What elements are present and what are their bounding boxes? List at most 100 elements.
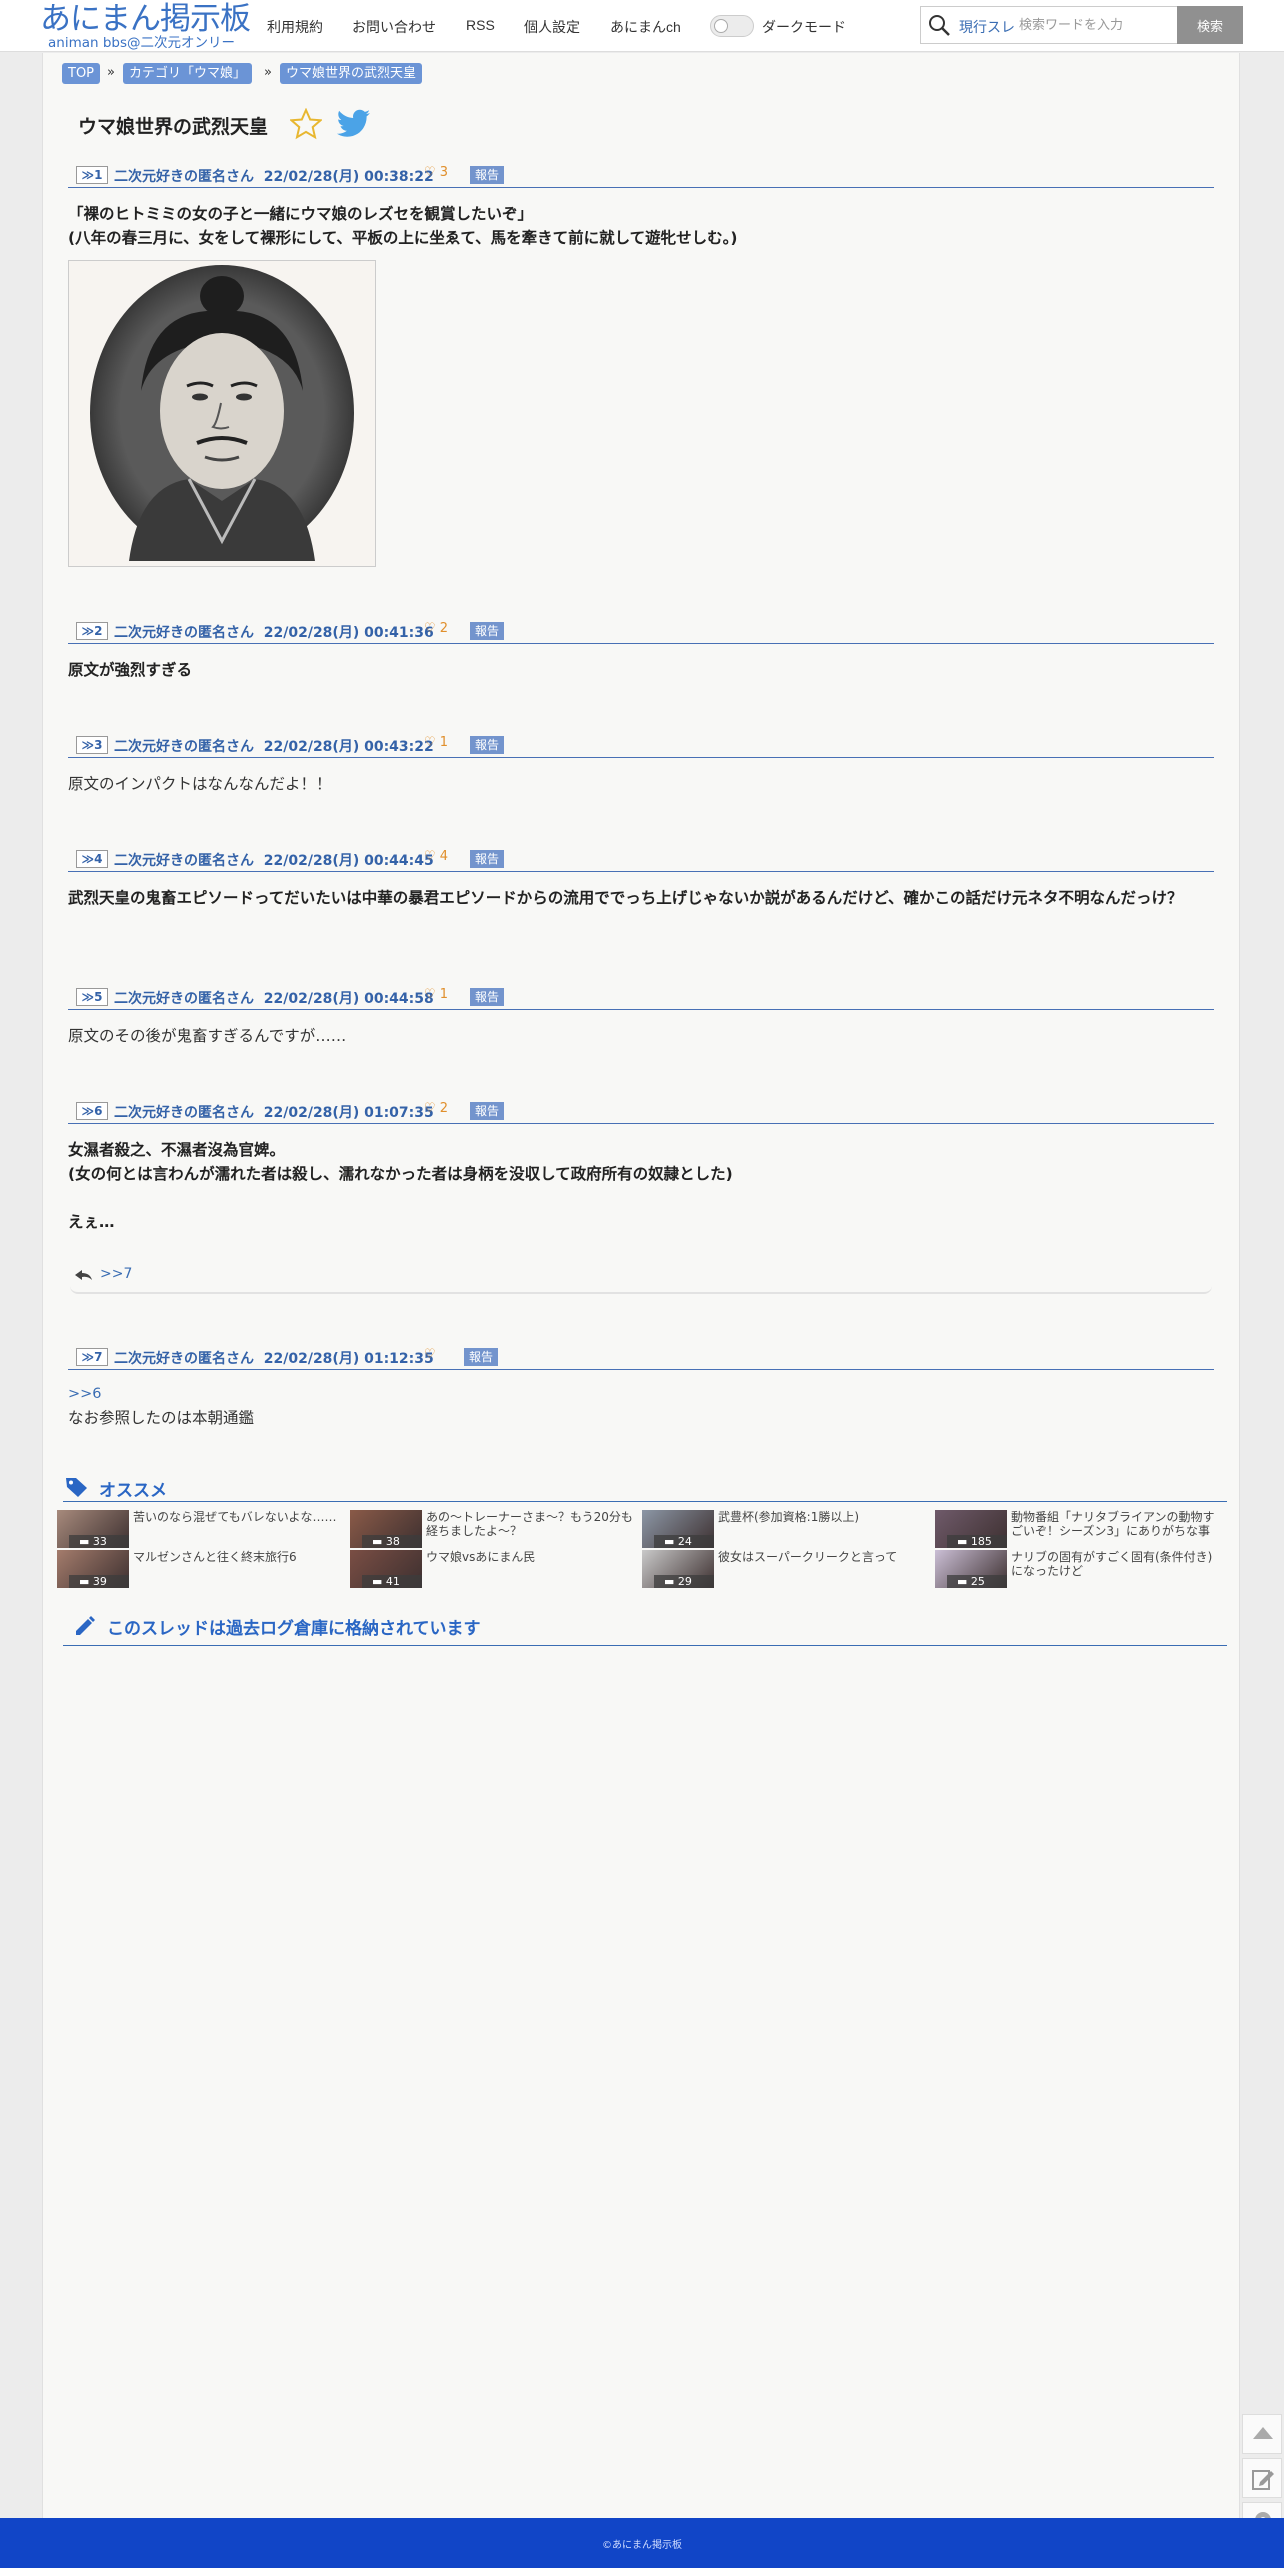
heart-icon: ♡ xyxy=(424,165,436,180)
comment-count-badge: ▬ 24 xyxy=(654,1535,714,1548)
heart-icon: ♡ xyxy=(424,1101,436,1116)
recommend-item[interactable]: ▬ 29 彼女はスーパークリークと言って xyxy=(642,1550,932,1588)
reply-arrow-icon xyxy=(75,1270,92,1280)
recommend-item[interactable]: ▬ 25 ナリブの固有がすごく固有(条件付き)になったけど xyxy=(935,1550,1225,1588)
nav-rss-link[interactable]: RSS xyxy=(466,17,495,33)
recommend-item[interactable]: ▬ 185 動物番組「ナリタブライアンの動物すごいぞ！シーズン3」にありがちな事 xyxy=(935,1510,1225,1548)
report-button[interactable]: 報告 xyxy=(470,1102,505,1120)
dark-mode-label: ダークモード xyxy=(762,20,846,36)
breadcrumb-top[interactable]: TOP xyxy=(62,63,101,84)
recommend-item[interactable]: ▬ 24 武豊杯(参加資格:1勝以上) xyxy=(642,1510,932,1548)
post-number[interactable]: ≫5 xyxy=(76,988,108,1006)
recommend-thumbnail: ▬ 38 xyxy=(350,1510,422,1548)
recommend-item[interactable]: ▬ 39 マルゼンさんと往く終末旅行6 xyxy=(57,1550,347,1588)
anchor-link[interactable]: >>6 xyxy=(68,1386,102,1402)
breadcrumb-thread[interactable]: ウマ娘世界の武烈天皇 xyxy=(280,63,423,84)
post-author: 二次元好きの匿名さん xyxy=(114,853,254,869)
report-button[interactable]: 報告 xyxy=(470,166,505,184)
recommend-item[interactable]: ▬ 33 苦いのなら混ぜてもバレないよな…… xyxy=(57,1510,347,1548)
comment-count-badge: ▬ 38 xyxy=(362,1535,422,1548)
comment-count-badge: ▬ 41 xyxy=(362,1575,422,1588)
report-button[interactable]: 報告 xyxy=(470,850,505,868)
like-count: 4 xyxy=(439,849,449,864)
like-count: 2 xyxy=(439,1101,449,1116)
heart-icon: ♡ xyxy=(424,987,436,1002)
recommend-title: あの〜トレーナーさま〜？もう20分も経ちましたよ〜？ xyxy=(426,1510,633,1538)
like-button[interactable]: ♡ 2 xyxy=(424,1101,448,1116)
post-date: 22/02/28(月) 01:07:35 xyxy=(263,1105,434,1121)
footer-copyright: ©あにまん掲示板 xyxy=(602,2540,682,2551)
like-button[interactable]: ♡ xyxy=(424,1347,436,1362)
like-button[interactable]: ♡ 3 xyxy=(424,165,448,180)
scroll-top-button[interactable] xyxy=(1242,2414,1282,2454)
recommend-thumbnail: ▬ 25 xyxy=(935,1550,1007,1588)
nav-animanch-link[interactable]: あにまんch xyxy=(610,17,681,37)
search-scope-select[interactable]: 現行スレ xyxy=(959,17,1015,37)
breadcrumb-category[interactable]: カテゴリ「ウマ娘」 xyxy=(123,63,253,84)
post-body-1: 「裸のヒトミミの女の子と一緒にウマ娘のレズセを観賞したいぞ￼」 (八年の春三月に… xyxy=(68,205,738,247)
post-number[interactable]: ≫3 xyxy=(76,736,108,754)
post-date: 22/02/28(月) 01:12:35 xyxy=(263,1351,434,1367)
like-count: 3 xyxy=(439,165,449,180)
recommend-item[interactable]: ▬ 41 ウマ娘vsあにまん民 xyxy=(350,1550,640,1588)
nav-terms-link[interactable]: 利用規約 xyxy=(267,17,323,37)
post-author-date: 二次元好きの匿名さん 22/02/28(月) 00:41:36 xyxy=(114,622,434,642)
post-body-7: なお参照したのは本朝通鑑 xyxy=(68,1409,255,1427)
nav-settings-link[interactable]: 個人設定 xyxy=(524,17,580,37)
post-image-portrait[interactable] xyxy=(68,260,376,567)
post-header-6: ≫6 二次元好きの匿名さん 22/02/28(月) 01:07:35 ♡ 2 報… xyxy=(68,1100,1214,1124)
reply-link[interactable]: >>7 xyxy=(100,1266,132,1282)
comment-count-badge: ▬ 39 xyxy=(69,1575,129,1588)
like-button[interactable]: ♡ 1 xyxy=(424,735,448,750)
recommend-item[interactable]: ▬ 38 あの〜トレーナーさま〜？もう20分も経ちましたよ〜？ xyxy=(350,1510,640,1548)
post-header-2: ≫2 二次元好きの匿名さん 22/02/28(月) 00:41:36 ♡ 2 報… xyxy=(68,620,1214,644)
pencil-icon xyxy=(76,1616,95,1635)
recommend-title: ナリブの固有がすごく固有(条件付き)になったけど xyxy=(1011,1550,1213,1578)
post-header-1: ≫1 二次元好きの匿名さん 22/02/28(月) 00:38:22 ♡ 3 報… xyxy=(68,164,1214,188)
nav-contact-link[interactable]: お問い合わせ xyxy=(352,17,436,37)
post-date: 22/02/28(月) 00:44:58 xyxy=(263,991,434,1007)
heart-icon: ♡ xyxy=(424,735,436,750)
post-body-4: 武烈天皇の鬼畜エピソードってだいたいは中華の暴君エピソードからの流用ででっち上げ… xyxy=(68,889,1183,907)
write-post-button[interactable] xyxy=(1242,2458,1282,2498)
post-author: 二次元好きの匿名さん xyxy=(114,1351,254,1367)
favorite-star-icon[interactable] xyxy=(290,108,322,140)
like-button[interactable]: ♡ 2 xyxy=(424,621,448,636)
post-body-2: 原文が強烈すぎる xyxy=(68,661,193,679)
comment-count-badge: ▬ 29 xyxy=(654,1575,714,1588)
logo-main-text: あにまん掲示板 xyxy=(40,1,251,37)
recommend-title: 苦いのなら混ぜてもバレないよな…… xyxy=(133,1510,337,1524)
thread-title: ウマ娘世界の武烈天皇 xyxy=(78,116,269,138)
archive-notice-header: このスレッドは過去ログ倉庫に格納されています xyxy=(63,1610,1227,1646)
report-button[interactable]: 報告 xyxy=(470,736,505,754)
post-header-3: ≫3 二次元好きの匿名さん 22/02/28(月) 00:43:22 ♡ 1 報… xyxy=(68,734,1214,758)
dark-mode-toggle[interactable] xyxy=(710,15,754,37)
settings-button[interactable] xyxy=(1242,2502,1282,2519)
emperor-portrait-image xyxy=(90,265,354,561)
like-button[interactable]: ♡ 4 xyxy=(424,849,448,864)
post-number[interactable]: ≫1 xyxy=(76,166,108,184)
post-author-date: 二次元好きの匿名さん 22/02/28(月) 00:38:22 xyxy=(114,166,434,186)
report-button[interactable]: 報告 xyxy=(470,622,505,640)
recommend-thumbnail: ▬ 185 xyxy=(935,1510,1007,1548)
post-number[interactable]: ≫2 xyxy=(76,622,108,640)
like-button[interactable]: ♡ 1 xyxy=(424,987,448,1002)
heart-icon: ♡ xyxy=(424,621,436,636)
post-number[interactable]: ≫4 xyxy=(76,850,108,868)
dark-mode-switch[interactable]: ダークモード xyxy=(710,14,890,38)
site-logo[interactable]: あにまん掲示板 animan bbs@二次元オンリー xyxy=(40,1,251,50)
twitter-share-icon[interactable] xyxy=(336,108,372,140)
post-number[interactable]: ≫6 xyxy=(76,1102,108,1120)
post-number[interactable]: ≫7 xyxy=(76,1348,108,1366)
post-author-date: 二次元好きの匿名さん 22/02/28(月) 01:12:35 xyxy=(114,1348,434,1368)
report-button[interactable]: 報告 xyxy=(470,988,505,1006)
tag-icon xyxy=(66,1478,87,1497)
post-body-5: 原文のその後が鬼畜すぎるんですが…… xyxy=(68,1027,347,1045)
search-input[interactable] xyxy=(1019,12,1169,38)
search-button[interactable]: 検索 xyxy=(1177,6,1243,44)
report-button[interactable]: 報告 xyxy=(464,1348,499,1366)
recommend-title: マルゼンさんと往く終末旅行6 xyxy=(133,1550,297,1564)
heart-icon: ♡ xyxy=(424,1347,436,1362)
recommend-thumbnail: ▬ 39 xyxy=(57,1550,129,1588)
post-body-3: 原文のインパクトはなんなんだよ！！ xyxy=(68,775,332,793)
